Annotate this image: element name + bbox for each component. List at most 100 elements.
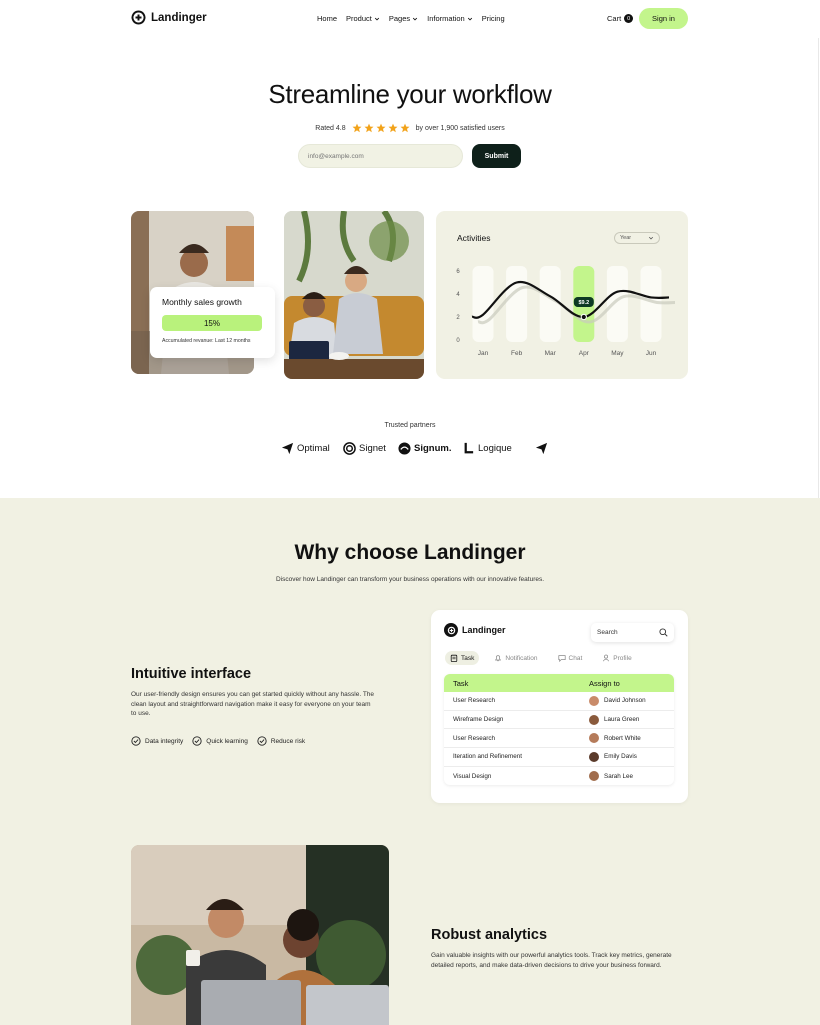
- task-name: Iteration and Refinement: [453, 753, 522, 761]
- chevron-down-icon: [374, 17, 379, 21]
- star-icon: [364, 123, 374, 133]
- sign-in-button[interactable]: Sign in: [639, 8, 688, 29]
- table-row[interactable]: Iteration and Refinement Emily Davis: [444, 748, 674, 767]
- avatar: [589, 733, 599, 744]
- avatar: [589, 714, 599, 725]
- intuitive-title: Intuitive interface: [131, 666, 252, 682]
- partner-optimal: Optimal: [281, 442, 330, 455]
- assignee: Emily Davis: [589, 751, 637, 762]
- table-row[interactable]: User Research David Johnson: [444, 692, 674, 711]
- tab-label: Chat: [568, 654, 583, 662]
- check-circle-icon: [192, 736, 202, 746]
- tab-notification[interactable]: Notification: [489, 651, 542, 665]
- avatar: [589, 771, 599, 782]
- sales-card-subtitle: Accumulated revanue: Last 12 months: [162, 338, 251, 344]
- rating-prefix: Rated 4.8: [315, 124, 346, 132]
- submit-button[interactable]: Submit: [472, 144, 521, 168]
- y-tick-label: 6: [456, 269, 460, 275]
- hero-photo-team: [284, 211, 424, 379]
- task-table-header: Task Assign to: [444, 674, 674, 692]
- tab-task[interactable]: Task: [445, 651, 480, 665]
- app-brand-name: Landinger: [462, 625, 506, 635]
- search-icon: [659, 628, 668, 637]
- why-title: Why choose Landinger: [294, 541, 526, 564]
- nav-product-label: Product: [346, 14, 372, 23]
- feature-item: Quick learning: [192, 736, 248, 746]
- assignee-name: David Johnson: [604, 697, 646, 705]
- table-row[interactable]: Visual Design Sarah Lee: [444, 767, 674, 786]
- nav-pages-label: Pages: [388, 14, 411, 23]
- table-row[interactable]: Wireframe Design Laura Green: [444, 711, 674, 730]
- y-tick-label: 2: [456, 315, 460, 321]
- rating-row: Rated 4.8 by over 1,900 satisfied users: [0, 123, 820, 133]
- partner-unnamed: [535, 442, 548, 455]
- partner-signet: Signet: [343, 442, 386, 455]
- task-table-body: User Research David Johnson Wireframe Desi…: [444, 692, 674, 785]
- assignee: Robert White: [589, 733, 641, 744]
- x-tick-label: Apr: [579, 350, 590, 357]
- paper-plane-icon: [535, 442, 548, 455]
- monthly-sales-card: Monthly sales growth 15% Accumulated rev…: [150, 287, 275, 358]
- x-tick-label: Jan: [478, 350, 489, 357]
- logo-icon: [444, 623, 458, 637]
- chat-icon: [557, 655, 566, 662]
- brand-logo[interactable]: Landinger: [131, 10, 207, 25]
- photo-illustration: [131, 845, 389, 1025]
- task-name: Visual Design: [453, 772, 492, 780]
- robust-body: Gain valuable insights with our powerful…: [431, 952, 672, 969]
- clipboard-icon: [450, 654, 458, 662]
- rating-stars: [352, 123, 410, 133]
- star-icon: [352, 123, 362, 133]
- x-tick-label: Feb: [511, 350, 523, 357]
- app-search-input[interactable]: Search: [591, 623, 674, 642]
- nav-information-label: Information: [427, 14, 465, 23]
- app-tabs: Task Notification Chat Profile: [445, 651, 637, 665]
- x-tick-label: Mar: [545, 350, 557, 357]
- feature-label: Quick learning: [206, 737, 248, 745]
- nav-pages[interactable]: Pages: [389, 14, 418, 23]
- feature-label: Data integrity: [145, 737, 184, 745]
- column-background: [539, 266, 561, 342]
- highlight-label: $9.2: [578, 300, 589, 306]
- photo-illustration: [284, 211, 424, 379]
- partner-signum: Signum.: [398, 442, 451, 455]
- email-input[interactable]: [298, 144, 463, 168]
- assignee-name: Robert White: [604, 734, 641, 742]
- tab-profile[interactable]: Profile: [597, 651, 636, 665]
- tab-chat[interactable]: Chat: [553, 651, 588, 665]
- task-table: Task Assign to User Research David Johnso…: [444, 674, 674, 786]
- column-header-task: Task: [453, 678, 469, 688]
- partner-name: Signet: [359, 443, 386, 454]
- tab-label: Task: [461, 654, 475, 662]
- l-mark-icon: [464, 442, 474, 454]
- table-row[interactable]: User Research Robert White: [444, 729, 674, 749]
- spiral-icon: [343, 442, 356, 455]
- assignee: Laura Green: [589, 714, 640, 725]
- task-name: User Research: [453, 734, 495, 742]
- nav-pricing-label: Pricing: [481, 14, 505, 23]
- nav-information[interactable]: Information: [427, 14, 473, 23]
- chevron-down-icon: [467, 17, 472, 21]
- column-background: [506, 266, 528, 342]
- highlight-point: [580, 313, 587, 321]
- analytics-photo: [131, 845, 389, 1025]
- activities-chart: 0 2 4 6 Jan Feb Mar Apr May Jun $9.2: [456, 266, 676, 357]
- cart-link[interactable]: Cart 0: [607, 14, 634, 23]
- series-line: [471, 280, 670, 319]
- app-search-placeholder: Search: [597, 629, 618, 636]
- intuitive-body: Our user-friendly design ensures you can…: [131, 691, 375, 717]
- tab-label: Profile: [613, 654, 632, 662]
- rating-suffix: by over 1,900 satisfied users: [415, 124, 505, 132]
- brand-name: Landinger: [151, 11, 207, 24]
- nav-home[interactable]: Home: [317, 14, 337, 23]
- column-header-assign: Assign to: [589, 678, 620, 688]
- nav-product[interactable]: Product: [346, 14, 380, 23]
- assignee-name: Laura Green: [604, 716, 640, 724]
- column-background: [606, 266, 628, 342]
- feature-item: Reduce risk: [257, 736, 305, 746]
- tab-label: Notification: [505, 654, 538, 662]
- nav-home-label: Home: [317, 14, 338, 23]
- nav-pricing[interactable]: Pricing: [482, 14, 505, 23]
- column-background: [472, 266, 494, 342]
- x-tick-label: May: [611, 350, 624, 357]
